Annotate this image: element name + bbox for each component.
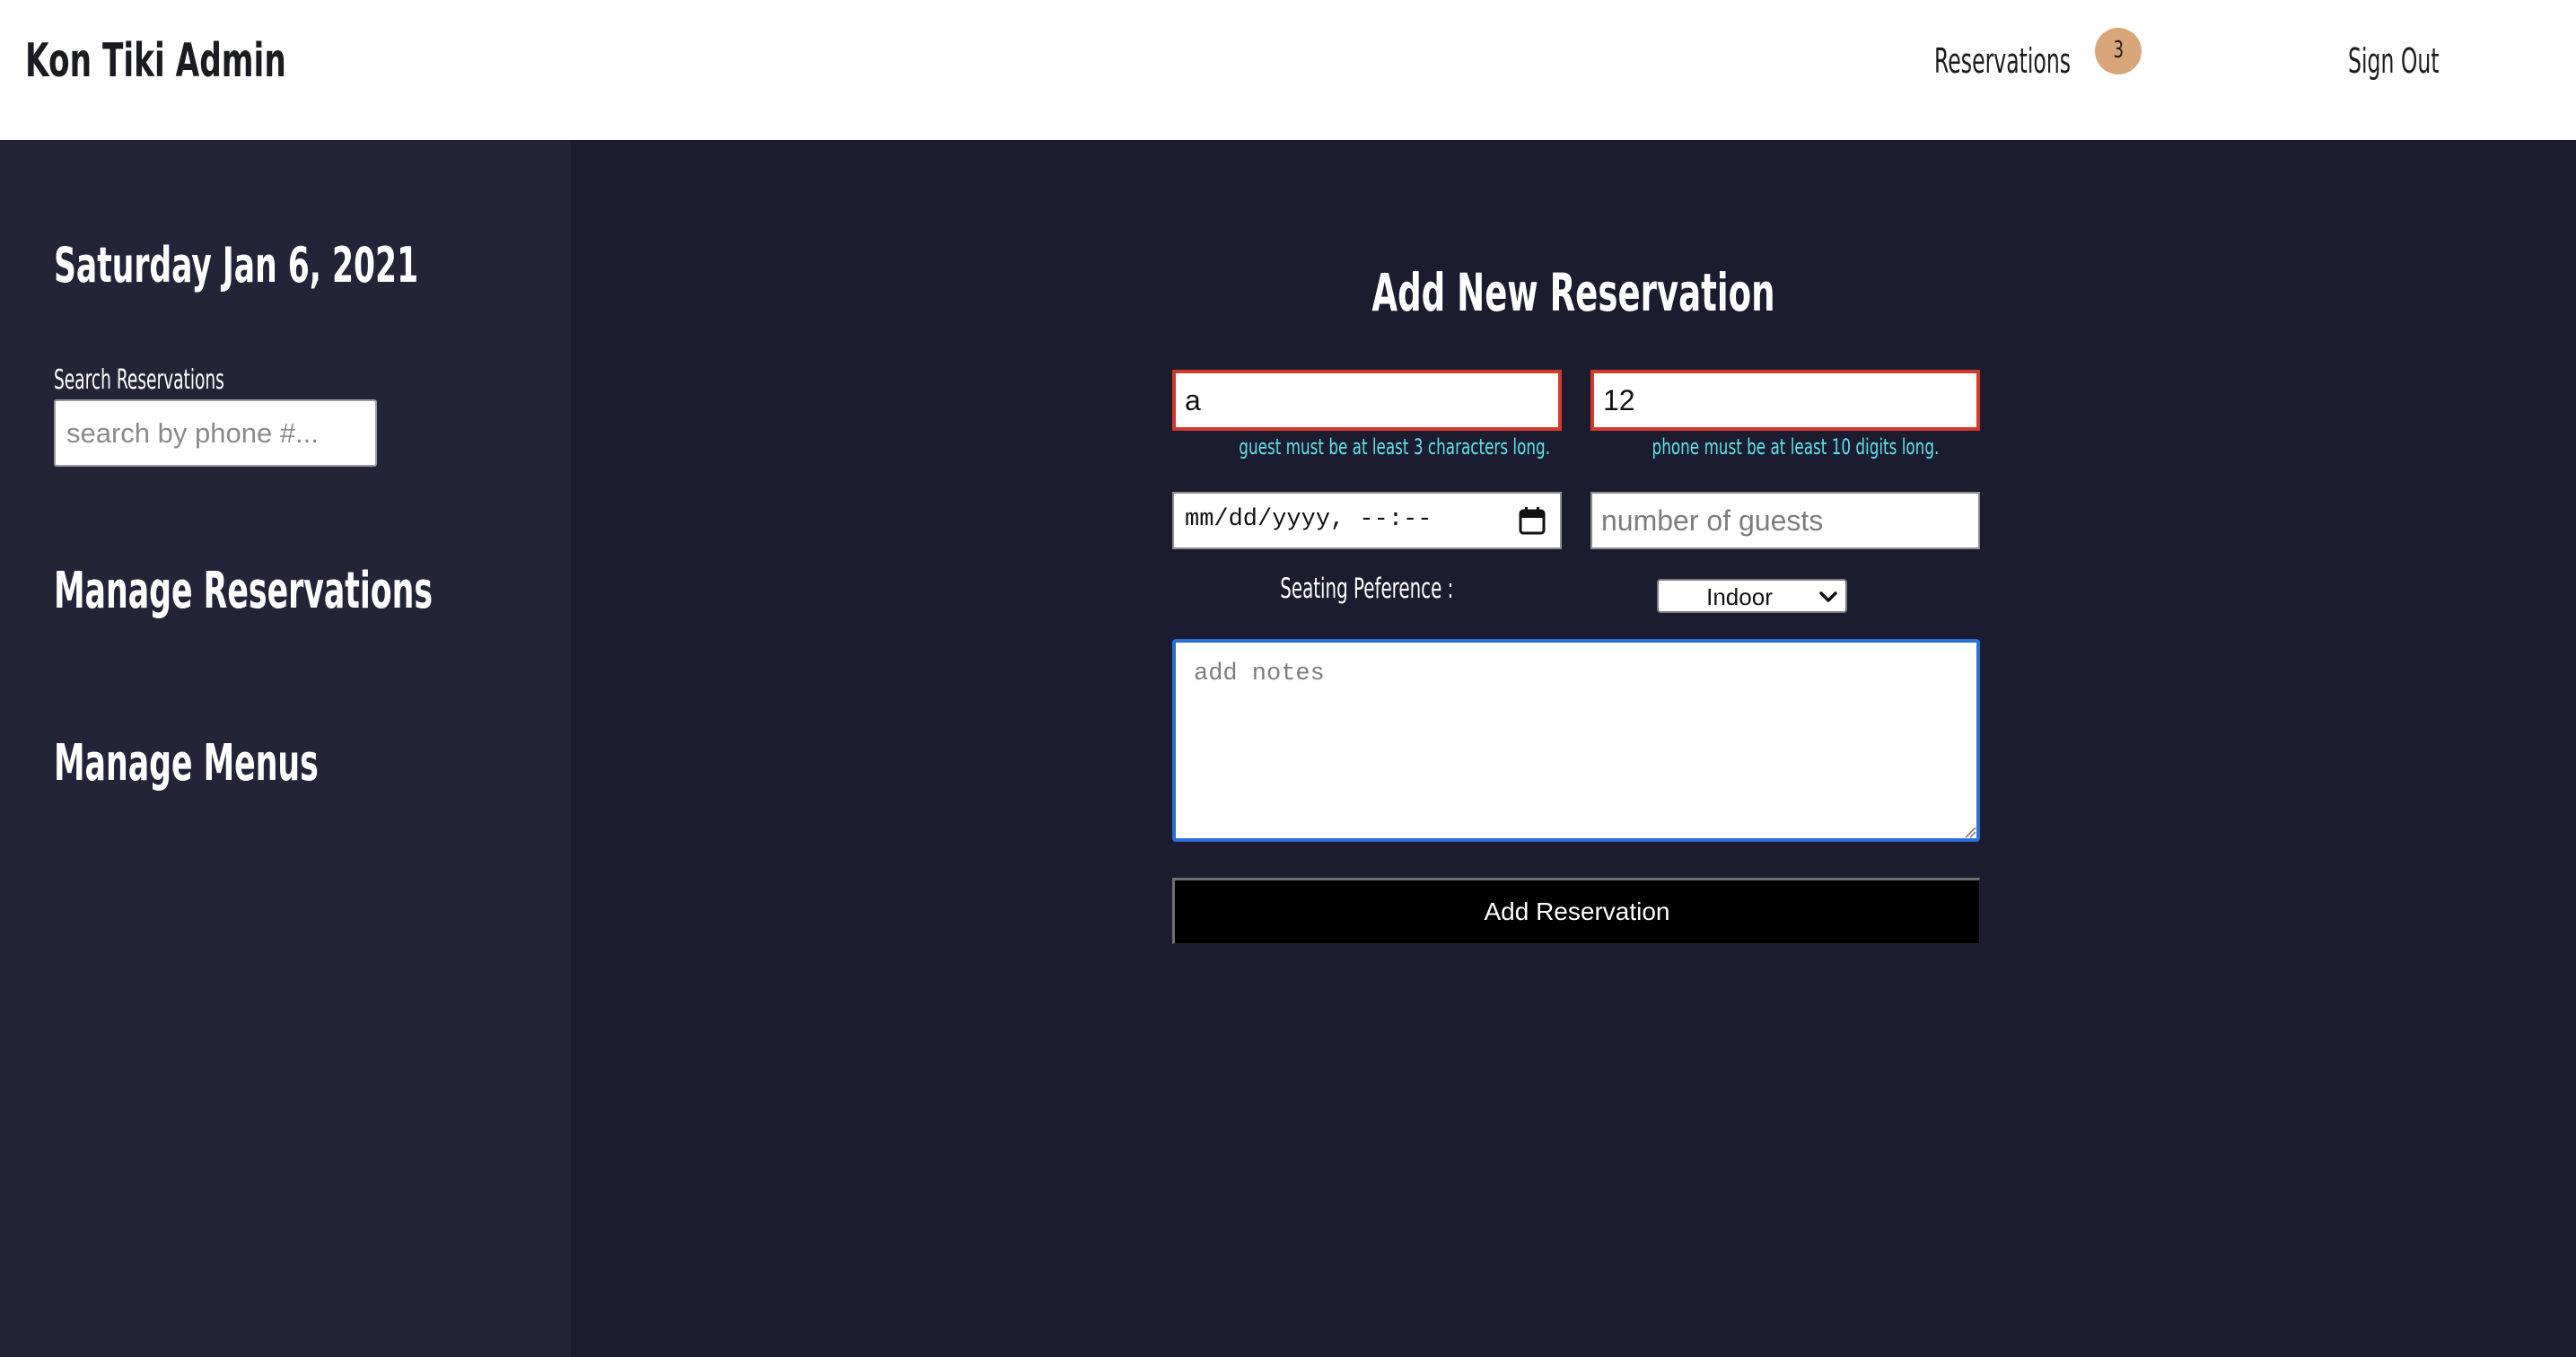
datetime-input[interactable]: mm/dd/yyyy, --:-- bbox=[1172, 492, 1562, 549]
brand-title: Kon Tiki Admin bbox=[25, 34, 286, 88]
calendar-icon[interactable] bbox=[1519, 506, 1546, 535]
phone-error-wrap: phone must be at least 10 digits long. bbox=[1590, 434, 1980, 460]
add-reservation-button[interactable]: Add Reservation bbox=[1172, 878, 1980, 944]
top-header: Kon Tiki Admin Reservations 3 Sign Out bbox=[0, 0, 2576, 140]
form-title: Add New Reservation bbox=[1371, 262, 1775, 323]
sign-out-link[interactable]: Sign Out bbox=[2348, 41, 2440, 81]
nav-reservations-link[interactable]: Reservations bbox=[1934, 41, 2071, 81]
form-title-wrap: Add New Reservation bbox=[571, 262, 2576, 323]
reservations-count: 3 bbox=[2113, 37, 2124, 64]
sidebar: Saturday Jan 6, 2021 Search Reservations… bbox=[0, 140, 571, 1357]
datetime-placeholder: mm/dd/yyyy, --:-- bbox=[1185, 506, 1433, 533]
guest-name-input[interactable] bbox=[1172, 370, 1562, 431]
sidebar-item-manage-reservations[interactable]: Manage Reservations bbox=[54, 562, 433, 620]
search-label: Search Reservations bbox=[54, 364, 224, 396]
current-date: Saturday Jan 6, 2021 bbox=[54, 237, 419, 293]
sidebar-item-manage-menus[interactable]: Manage Menus bbox=[54, 734, 319, 792]
guest-error-message: guest must be at least 3 characters long… bbox=[1239, 434, 1551, 460]
seating-selected-value: Indoor bbox=[1706, 583, 1773, 610]
resize-handle-icon[interactable] bbox=[1964, 826, 1976, 838]
seating-label-wrap: Seating Peference : bbox=[1172, 573, 1562, 605]
phone-error-message: phone must be at least 10 digits long. bbox=[1652, 434, 1940, 460]
search-input[interactable] bbox=[54, 399, 377, 467]
chevron-down-icon bbox=[1819, 591, 1837, 602]
reservations-count-badge: 3 bbox=[2095, 28, 2142, 74]
number-of-guests-input[interactable] bbox=[1590, 492, 1980, 549]
guest-error-wrap: guest must be at least 3 characters long… bbox=[1172, 434, 1562, 460]
main-content: Add New Reservation guest must be at lea… bbox=[571, 140, 2576, 1357]
notes-textarea[interactable] bbox=[1172, 639, 1980, 842]
seating-preference-select[interactable]: Indoor bbox=[1657, 579, 1847, 613]
seating-preference-label: Seating Peference : bbox=[1280, 573, 1454, 605]
phone-input[interactable] bbox=[1590, 370, 1980, 431]
